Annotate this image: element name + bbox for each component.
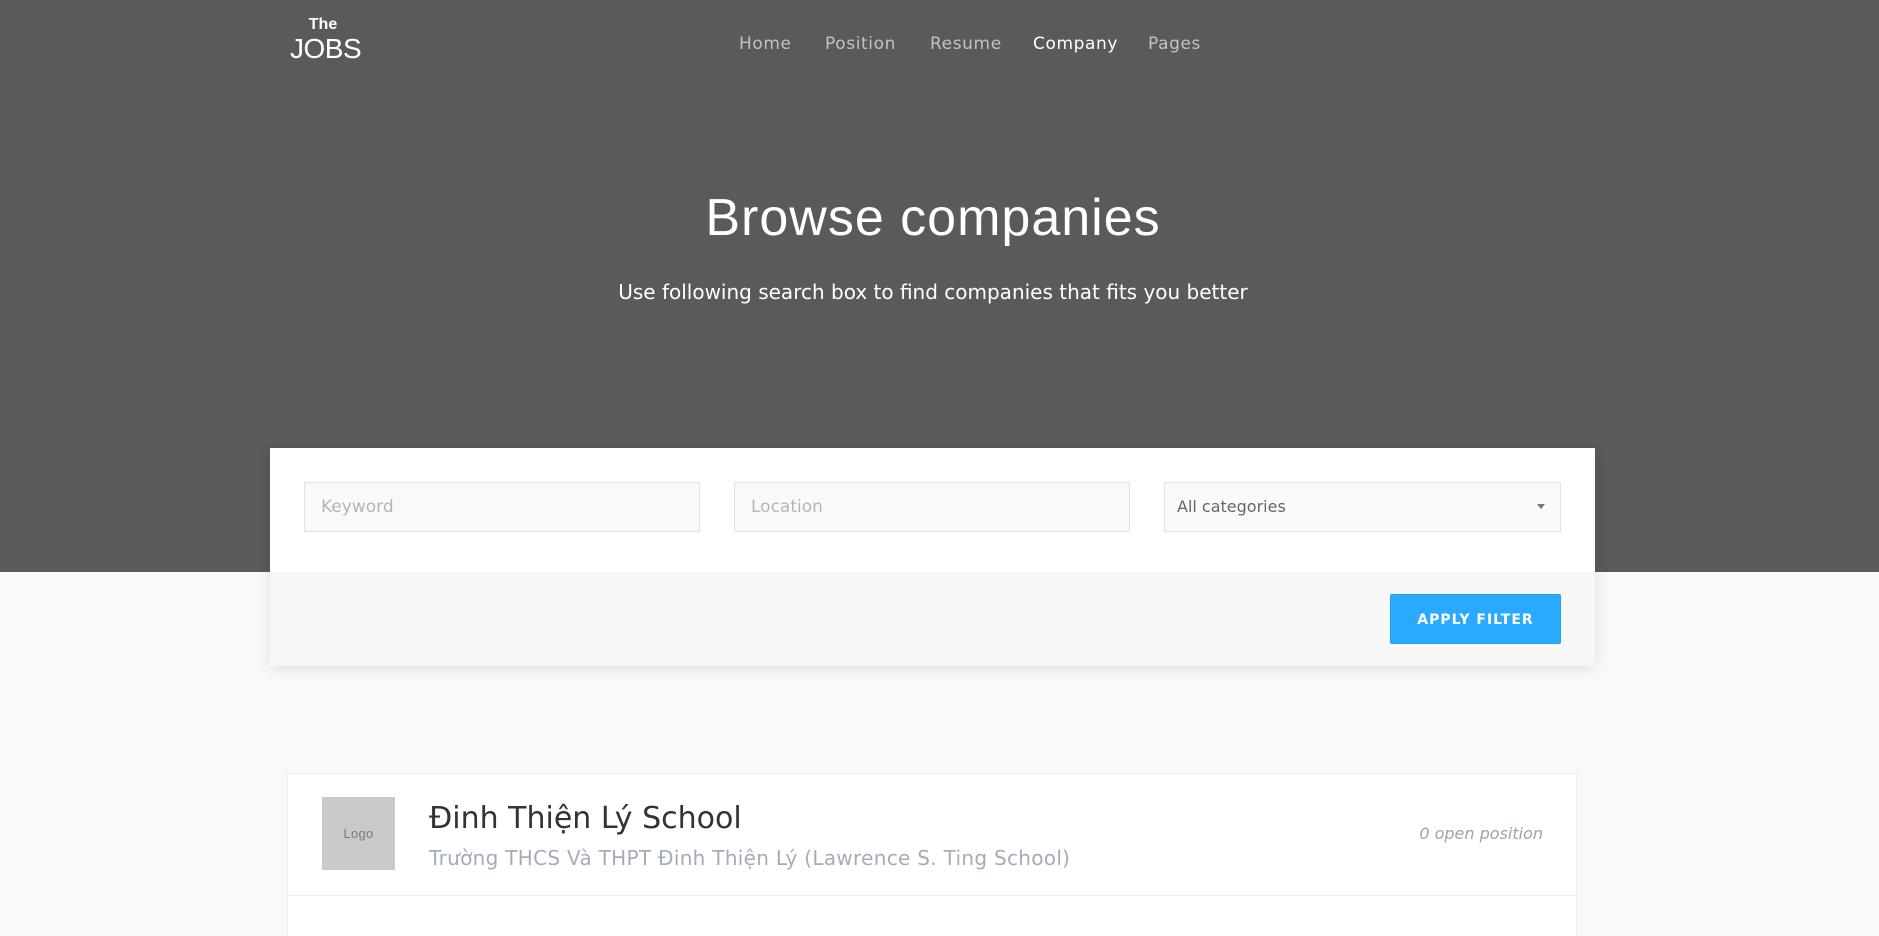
search-filter-card: All categories APPLY FILTER	[270, 448, 1595, 666]
company-list-item[interactable]: Logo Đinh Thiện Lý School Trường THCS Và…	[287, 773, 1577, 896]
category-select[interactable]: All categories	[1164, 482, 1561, 532]
main-nav: Home Position Resume Company Pages	[0, 32, 1879, 56]
filter-fields-row: All categories	[270, 448, 1595, 572]
apply-filter-button[interactable]: APPLY FILTER	[1390, 594, 1561, 644]
page-title: Browse companies	[705, 189, 1161, 247]
category-select-value: All categories	[1177, 497, 1286, 516]
nav-resume[interactable]: Resume	[930, 32, 1002, 56]
page-subtitle: Use following search box to find compani…	[618, 280, 1248, 304]
keyword-input[interactable]	[305, 483, 699, 531]
company-description: Trường THCS Và THPT Đinh Thiện Lý (Lawre…	[429, 846, 1071, 870]
chevron-down-icon	[1537, 504, 1545, 509]
company-list-item-partial	[287, 896, 1577, 936]
company-logo: Logo	[322, 797, 395, 870]
open-positions-count: 0 open position	[1419, 824, 1543, 843]
nav-company[interactable]: Company	[1033, 32, 1118, 56]
nav-home[interactable]: Home	[739, 32, 792, 56]
nav-position[interactable]: Position	[825, 32, 896, 56]
company-name[interactable]: Đinh Thiện Lý School	[429, 799, 742, 839]
location-field	[734, 482, 1130, 532]
keyword-field	[304, 482, 700, 532]
location-input[interactable]	[735, 483, 1129, 531]
nav-pages[interactable]: Pages	[1148, 32, 1201, 56]
